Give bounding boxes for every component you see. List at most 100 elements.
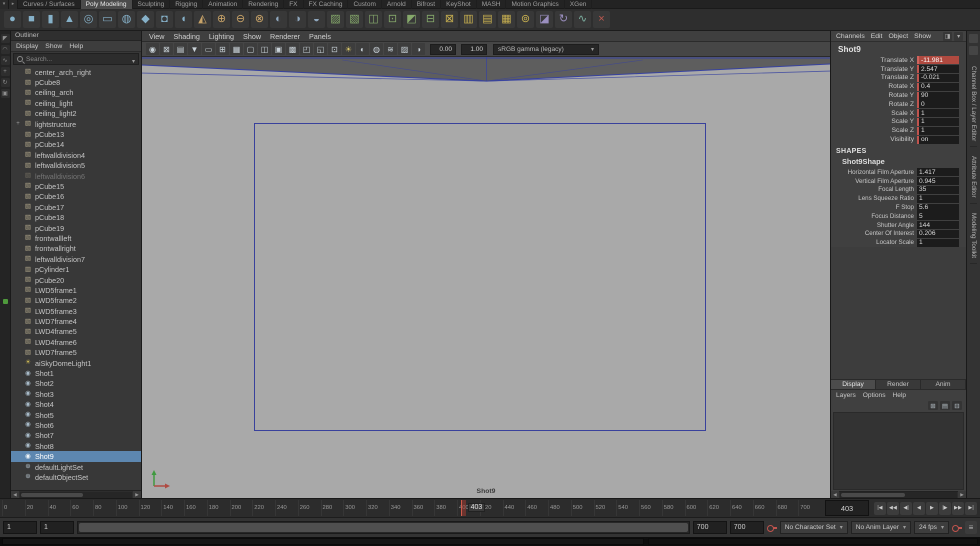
outliner-item[interactable]: ▧ frontwallright — [11, 244, 141, 254]
expander-icon[interactable]: + — [15, 121, 21, 127]
shelf-tab[interactable]: Poly Modeling — [80, 0, 133, 9]
channel-box-menu-item[interactable]: Show — [914, 33, 931, 40]
shelf-icon[interactable]: ◩ — [403, 11, 420, 28]
outliner-item[interactable]: ⊕ defaultLightSet — [11, 462, 141, 472]
channel-value-field[interactable]: 0.206 — [917, 229, 959, 238]
shelf-icon[interactable]: ◪ — [536, 11, 553, 28]
shelf-icon[interactable]: ◭ — [194, 11, 211, 28]
anim-layer-dropdown[interactable]: No Anim Layer — [850, 521, 912, 534]
colorspace-dropdown[interactable]: sRGB gamma (legacy) — [493, 43, 599, 55]
shelf-icon[interactable]: ▧ — [346, 11, 363, 28]
shelf-icon[interactable]: ◖ — [175, 11, 192, 28]
layer-editor-button[interactable]: ⊟ — [952, 401, 962, 410]
current-time-marker[interactable] — [460, 500, 466, 516]
viewport-tool-icon[interactable]: ◑ — [412, 43, 425, 55]
outliner-menu-item[interactable]: Display — [16, 43, 38, 50]
outliner-item[interactable]: ◉ Shot7 — [11, 431, 141, 441]
outliner-item[interactable]: ⊕ defaultObjectSet — [11, 472, 141, 482]
tool-icon[interactable]: ▣ — [0, 89, 10, 98]
shelf-tab[interactable]: MASH — [477, 0, 507, 9]
outliner-item[interactable]: ▧ pCube15 — [11, 181, 141, 191]
channel-value-field[interactable]: 0.4 — [917, 82, 959, 91]
channel-value-field[interactable]: 1.417 — [917, 168, 959, 177]
outliner-item[interactable]: ◉ Shot6 — [11, 420, 141, 430]
shelf-icon[interactable]: ▥ — [460, 11, 477, 28]
outliner-item[interactable]: ▧ leftwalldivision7 — [11, 254, 141, 264]
channel-value-field[interactable]: on — [917, 135, 959, 144]
channel-value-field[interactable]: -11.981 — [917, 56, 959, 65]
outliner-item[interactable]: ▧ center_arch_right — [11, 67, 141, 77]
shelf-icon[interactable]: ⊚ — [517, 11, 534, 28]
playback-button[interactable]: ▶| — [965, 501, 977, 515]
playback-button[interactable]: |▶ — [939, 501, 951, 515]
channel-value-field[interactable]: 1 — [917, 126, 959, 135]
workspace-icon[interactable] — [969, 46, 978, 55]
viewport-tool-icon[interactable]: ▭ — [202, 43, 215, 55]
outliner-item[interactable]: ▧ ceiling_light — [11, 98, 141, 108]
outliner-item[interactable]: ▧ LWD7frame4 — [11, 316, 141, 326]
shelf-tab[interactable]: Rigging — [170, 0, 204, 9]
outliner-item[interactable]: ▧ pCube19 — [11, 223, 141, 233]
outliner-item[interactable]: ☀ aiSkyDomeLight1 — [11, 358, 141, 368]
shelf-icon[interactable]: ▤ — [479, 11, 496, 28]
channel-box-header-icon[interactable]: ◨ — [943, 31, 953, 41]
animation-end-field[interactable]: 700 — [729, 521, 764, 534]
outliner-item[interactable]: ▧ LWD5frame1 — [11, 285, 141, 295]
shelf-icon[interactable]: ◘ — [156, 11, 173, 28]
playback-button[interactable]: ◀ — [913, 501, 925, 515]
shelf-icon[interactable]: ⊕ — [213, 11, 230, 28]
shelf-tab[interactable]: Rendering — [243, 0, 285, 9]
viewport-tool-icon[interactable]: ◱ — [314, 43, 327, 55]
shelf-icon[interactable]: ■ — [23, 11, 40, 28]
fps-dropdown[interactable]: 24 fps — [914, 521, 949, 534]
shelf-menu-icon[interactable]: ▾ — [0, 0, 9, 9]
shelf-icon[interactable]: ⊡ — [384, 11, 401, 28]
shelf-tab[interactable]: Custom — [348, 0, 382, 9]
outliner-item[interactable]: ▧ leftwalldivision4 — [11, 150, 141, 160]
channel-value-field[interactable]: 1 — [917, 109, 959, 118]
channel-box-menu-item[interactable]: Edit — [871, 33, 883, 40]
viewport-tool-icon[interactable]: ▨ — [398, 43, 411, 55]
shelf-icon[interactable]: ◑ — [289, 11, 306, 28]
channel-value-field[interactable]: 0 — [917, 100, 959, 109]
playback-end-field[interactable]: 700 — [692, 521, 727, 534]
shelf-tab[interactable]: Motion Graphics — [506, 0, 565, 9]
shelf-icon[interactable]: ◎ — [80, 11, 97, 28]
playback-button[interactable]: ◀| — [900, 501, 912, 515]
viewport-tool-icon[interactable]: ◍ — [370, 43, 383, 55]
shelf-tab[interactable]: KeyShot — [441, 0, 477, 9]
channel-value-field[interactable]: 0.945 — [917, 177, 959, 186]
viewport-tool-icon[interactable]: ≋ — [384, 43, 397, 55]
scroll-thumb[interactable] — [841, 493, 906, 497]
outliner-item[interactable]: ▧ pCube13 — [11, 129, 141, 139]
animation-preferences-icon[interactable] — [965, 521, 977, 534]
viewport-menu-item[interactable]: Shading — [173, 32, 199, 41]
viewport-tool-icon[interactable]: ⊞ — [216, 43, 229, 55]
tool-icon[interactable]: ◠ — [0, 45, 10, 54]
outliner-item[interactable]: ◉ Shot5 — [11, 410, 141, 420]
layer-editor-menu-item[interactable]: Help — [893, 392, 907, 399]
current-time-field[interactable]: 403 — [825, 500, 869, 516]
channel-value-field[interactable]: 1 — [917, 117, 959, 126]
outliner-item[interactable]: ▧ ceiling_light2 — [11, 109, 141, 119]
shelf-icon[interactable]: ⊖ — [232, 11, 249, 28]
channel-value-field[interactable]: 2.547 — [917, 65, 959, 74]
tool-icon[interactable]: ∿ — [0, 56, 10, 65]
channel-value-field[interactable]: -0.021 — [917, 73, 959, 82]
gamma-field[interactable]: 1.00 — [461, 43, 487, 55]
shelf-icon[interactable]: ◍ — [118, 11, 135, 28]
shelf-toggle-icon[interactable]: ▸ — [9, 0, 18, 9]
outliner-item[interactable]: ▧ pCube18 — [11, 212, 141, 222]
viewport-menu-item[interactable]: Panels — [309, 32, 331, 41]
viewport-tool-icon[interactable]: ◉ — [146, 43, 159, 55]
layer-editor-menu-item[interactable]: Layers — [836, 392, 856, 399]
sidebar-tab[interactable]: Modeling Toolkit — [970, 208, 977, 264]
outliner-item[interactable]: ▧ ceiling_arch — [11, 88, 141, 98]
channel-value-field[interactable]: 35 — [917, 185, 959, 194]
shelf-icon[interactable]: ▭ — [99, 11, 116, 28]
layer-editor-button[interactable]: ⊞ — [928, 401, 938, 410]
shelf-icon[interactable]: × — [593, 11, 610, 28]
outliner-item[interactable]: ▧ leftwalldivision6 — [11, 171, 141, 181]
layer-editor-button[interactable]: ▤ — [940, 401, 950, 410]
outliner-item[interactable]: ◉ Shot9 — [11, 451, 141, 462]
